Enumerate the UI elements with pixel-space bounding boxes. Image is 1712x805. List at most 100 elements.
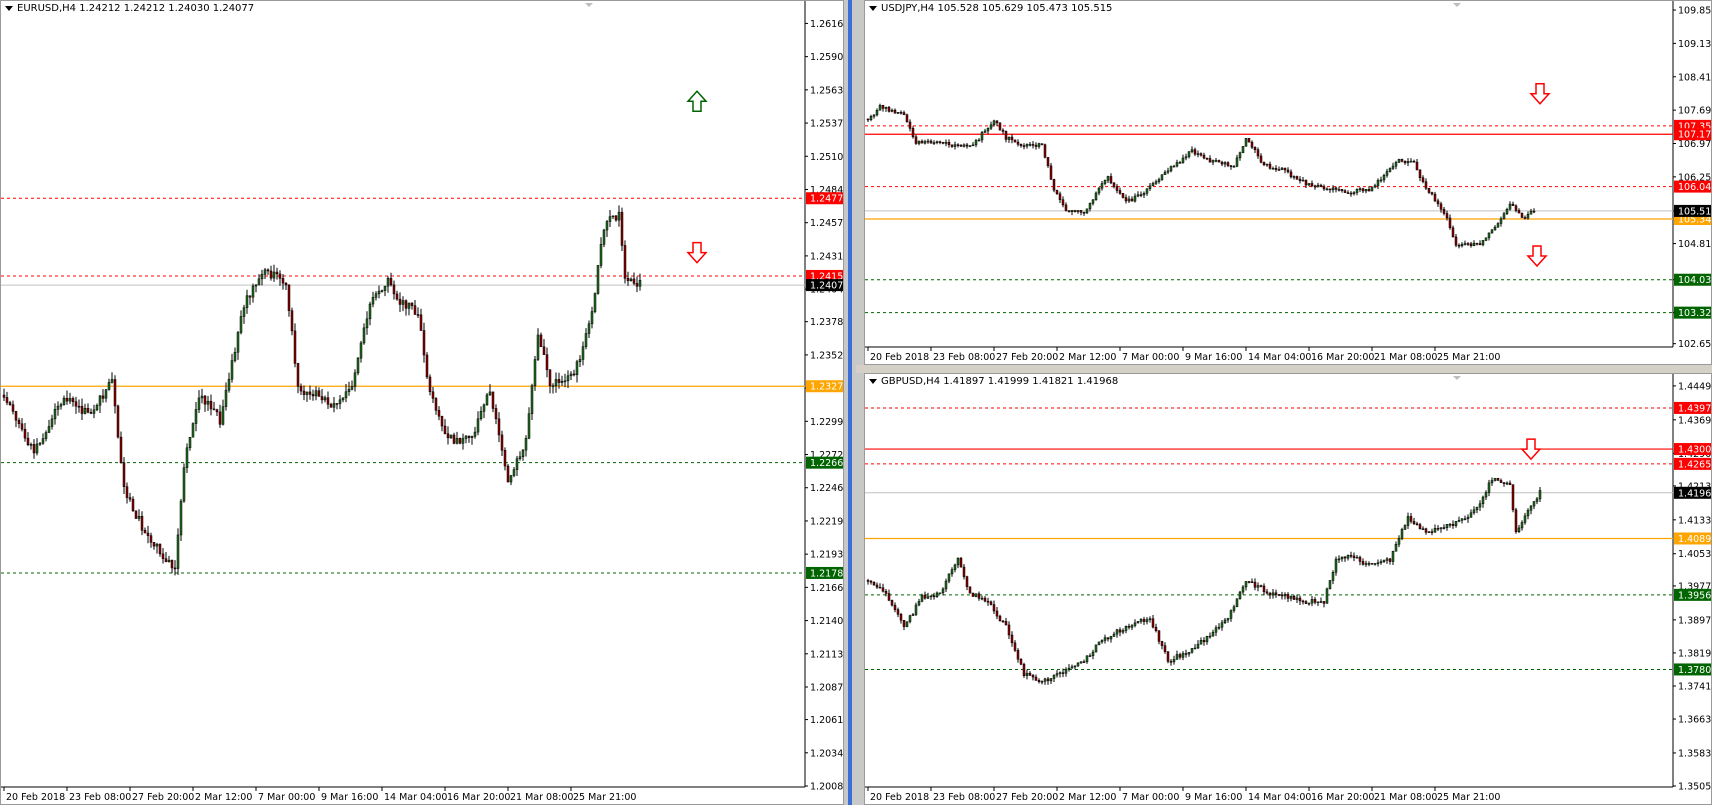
bull-candle xyxy=(926,140,930,143)
bull-candle xyxy=(593,293,597,312)
bull-candle xyxy=(461,438,465,444)
bear-candle xyxy=(1274,592,1278,595)
usdjpy-chart-window[interactable]: USDJPY,H4 105.528 105.629 105.473 105.51… xyxy=(864,0,1712,365)
time-tick-label: 16 Mar 20:00 xyxy=(447,792,510,803)
bear-candle xyxy=(1031,144,1035,146)
bull-candle xyxy=(1064,669,1068,674)
bull-candle xyxy=(35,443,39,454)
bull-candle xyxy=(1340,556,1344,560)
bear-candle xyxy=(1499,480,1503,483)
bull-candle xyxy=(272,271,276,279)
bear-candle xyxy=(1118,190,1122,194)
bull-candle xyxy=(1238,152,1242,159)
bear-candle xyxy=(116,405,120,438)
bull-candle xyxy=(1508,203,1512,210)
bear-candle xyxy=(77,405,81,408)
price-tag-label: 1.39560 xyxy=(1678,590,1712,601)
bear-candle xyxy=(1055,189,1059,195)
bull-candle xyxy=(1211,631,1215,637)
chart-menu-triangle-icon[interactable] xyxy=(5,6,13,11)
bear-candle xyxy=(1157,630,1161,642)
usdjpy-candlestick-chart[interactable]: 109.850109.130108.410107.690106.970106.2… xyxy=(865,1,1712,365)
bear-candle xyxy=(1259,155,1263,163)
bull-candle xyxy=(923,141,927,144)
bear-candle xyxy=(1019,659,1023,665)
bull-candle xyxy=(1394,543,1398,552)
bear-candle xyxy=(14,411,18,421)
bear-candle xyxy=(1220,161,1224,165)
bull-candle xyxy=(83,407,87,414)
bear-candle xyxy=(1262,585,1266,593)
plot-area xyxy=(865,1,1673,347)
bear-candle xyxy=(1142,619,1146,622)
bear-candle xyxy=(149,535,153,543)
bear-candle xyxy=(317,390,321,397)
bull-candle xyxy=(947,573,951,582)
bull-candle xyxy=(1208,635,1212,638)
bear-candle xyxy=(1352,555,1356,558)
bull-candle xyxy=(1166,170,1170,173)
bull-candle xyxy=(260,274,264,280)
bull-candle xyxy=(314,390,318,397)
gbpusd-candlestick-chart[interactable]: 1.444901.436901.429001.421301.413301.405… xyxy=(865,374,1712,805)
bear-candle xyxy=(1370,563,1374,565)
bull-candle xyxy=(251,285,255,298)
bull-candle xyxy=(485,394,489,406)
chart-menu-triangle-icon[interactable] xyxy=(869,379,877,384)
bear-candle xyxy=(1322,186,1326,190)
bull-candle xyxy=(1184,156,1188,159)
bull-candle xyxy=(962,144,966,147)
bull-candle xyxy=(359,342,363,359)
bear-candle xyxy=(287,284,291,311)
plot-area xyxy=(865,374,1673,787)
bull-candle xyxy=(110,379,114,383)
horizontal-window-splitter[interactable] xyxy=(856,365,1712,373)
bear-candle xyxy=(1202,154,1206,159)
bear-candle xyxy=(1265,591,1269,594)
bull-candle xyxy=(602,229,606,245)
bear-candle xyxy=(86,407,90,413)
bull-candle xyxy=(944,141,948,144)
bull-candle xyxy=(167,559,171,562)
bear-candle xyxy=(1004,621,1008,626)
bull-candle xyxy=(1238,591,1242,599)
bull-candle xyxy=(104,389,108,399)
bull-candle xyxy=(536,334,540,360)
bull-candle xyxy=(1295,597,1299,600)
bull-candle xyxy=(407,302,411,309)
vertical-window-splitter[interactable] xyxy=(844,0,864,805)
bull-candle xyxy=(473,431,477,437)
eurusd-chart-window[interactable]: EURUSD,H4 1.24212 1.24212 1.24030 1.2407… xyxy=(0,0,844,805)
eurusd-candlestick-chart[interactable]: 1.261651.259001.256351.253701.251051.248… xyxy=(1,1,844,805)
bear-candle xyxy=(398,298,402,305)
bull-candle xyxy=(1319,601,1323,603)
bear-candle xyxy=(1322,601,1326,604)
bear-candle xyxy=(1439,203,1443,210)
bear-candle xyxy=(1034,144,1038,147)
bull-candle xyxy=(1481,496,1485,505)
bear-candle xyxy=(1109,176,1113,184)
chart-menu-triangle-icon[interactable] xyxy=(869,6,877,11)
bull-candle xyxy=(1109,636,1113,640)
bull-candle xyxy=(185,447,189,468)
bear-candle xyxy=(1082,661,1086,663)
bear-candle xyxy=(1112,182,1116,187)
bull-candle xyxy=(1523,515,1527,523)
time-tick-label: 9 Mar 16:00 xyxy=(1185,792,1242,803)
bear-candle xyxy=(158,543,162,555)
bear-candle xyxy=(920,140,924,144)
bull-candle xyxy=(1487,232,1491,239)
bull-candle xyxy=(1463,243,1467,245)
gbpusd-chart-window[interactable]: GBPUSD,H4 1.41897 1.41999 1.41821 1.4196… xyxy=(864,373,1712,805)
bear-candle xyxy=(1502,482,1506,484)
bull-candle xyxy=(581,346,585,360)
bear-candle xyxy=(1478,243,1482,246)
bull-candle xyxy=(1136,194,1140,197)
bull-candle xyxy=(371,297,375,305)
price-tick-label: 107.690 xyxy=(1678,106,1712,117)
time-tick-label: 27 Feb 20:00 xyxy=(132,792,194,803)
bull-candle xyxy=(1337,558,1341,561)
bull-candle xyxy=(974,593,978,597)
bear-candle xyxy=(80,406,84,414)
bear-candle xyxy=(1313,185,1317,188)
